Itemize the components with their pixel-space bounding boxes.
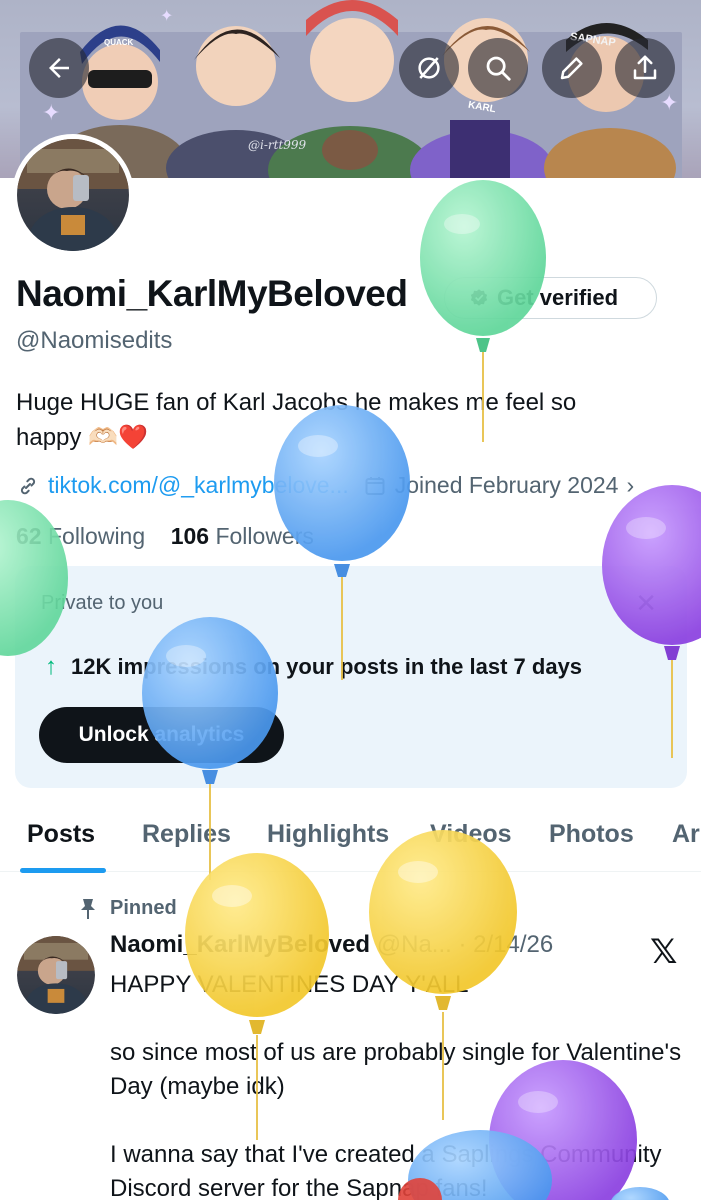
balloon-green: [0, 500, 68, 656]
balloon-yellow: [185, 853, 329, 1140]
balloon-green: [420, 180, 546, 442]
balloon-purple: [602, 485, 701, 758]
balloon-yellow: [369, 830, 517, 1120]
balloon-overlay: [0, 180, 701, 1200]
balloon-blue: [142, 617, 278, 880]
balloon-blue: [274, 405, 410, 680]
